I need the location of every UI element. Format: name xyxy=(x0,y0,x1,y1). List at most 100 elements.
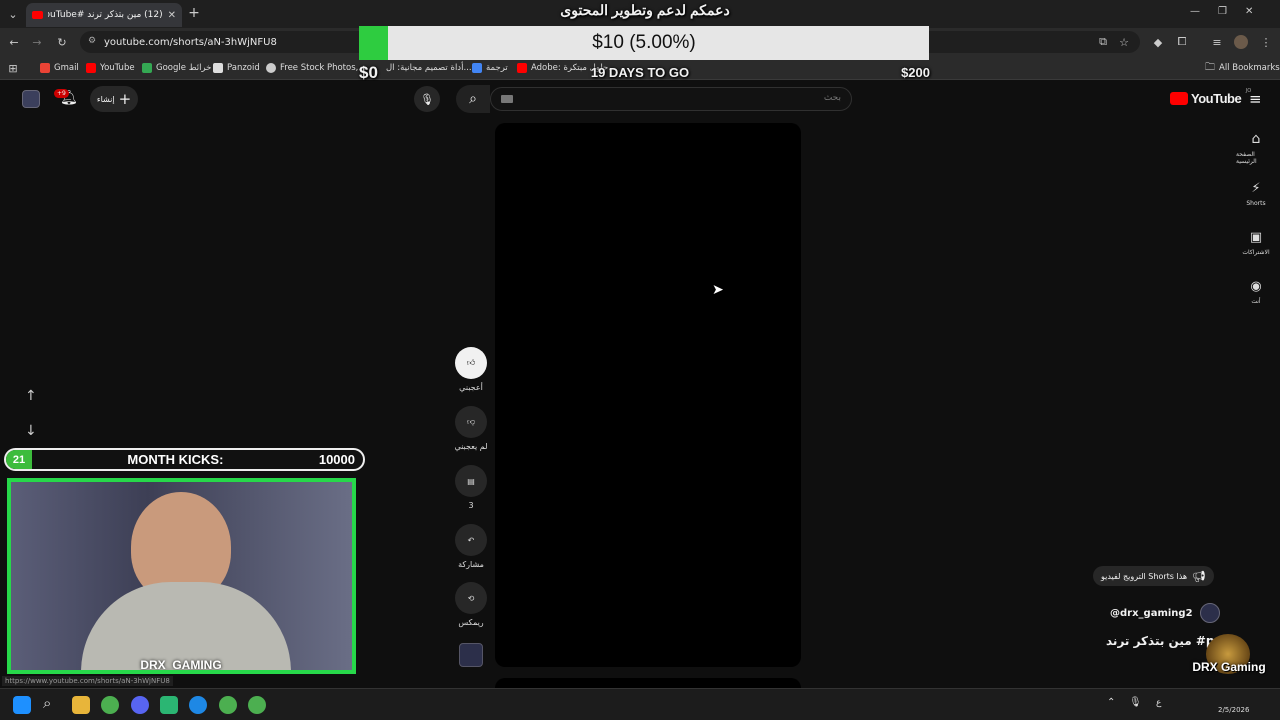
bookmark-gmail[interactable]: Gmail xyxy=(40,61,79,75)
forward-arrow-icon[interactable]: → xyxy=(29,34,45,50)
extension-diamond-icon[interactable]: ◆ xyxy=(1150,34,1166,50)
search-input[interactable]: بحث xyxy=(490,87,852,111)
thumbs-up-icon[interactable]: 👍︎ xyxy=(455,347,487,379)
close-window-button[interactable]: ✕ xyxy=(1245,6,1253,17)
thumbs-down-icon[interactable]: 👎︎ xyxy=(455,406,487,438)
plus-icon: + xyxy=(118,90,132,108)
channel-name[interactable]: @drx_gaming2 xyxy=(1110,608,1193,619)
youtube-favicon-icon xyxy=(32,11,43,19)
bookmark-free-stock[interactable]: Free Stock Photos,... xyxy=(266,61,366,75)
tab-search-icon[interactable]: ⌄ xyxy=(5,6,21,22)
youtube-logo[interactable]: YouTube JO xyxy=(1170,88,1251,106)
channel-avatar[interactable] xyxy=(1199,603,1220,623)
translate-icon xyxy=(472,63,482,73)
extensions-icon[interactable]: ⧠ xyxy=(1174,34,1190,50)
sound-thumbnail[interactable] xyxy=(459,643,483,667)
windows-start-icon[interactable] xyxy=(13,696,31,714)
chrome-profile-icon[interactable] xyxy=(219,696,237,714)
webcam-frame: DRX_GAMING xyxy=(7,478,356,674)
apps-grid-icon[interactable]: ⊞ xyxy=(5,60,21,76)
create-button[interactable]: إنشاء + xyxy=(90,86,138,112)
tray-chevron-icon[interactable]: ⌃ xyxy=(1107,697,1115,708)
sidebar-item-you[interactable]: ◉ أنت xyxy=(1236,279,1276,305)
file-explorer-icon[interactable] xyxy=(72,696,90,714)
install-app-icon[interactable]: ⧉ xyxy=(1095,34,1111,50)
maximize-button[interactable]: ❐ xyxy=(1218,6,1227,17)
minimize-button[interactable]: — xyxy=(1190,6,1200,17)
like-action[interactable]: 👍︎ أعجبني xyxy=(441,347,501,392)
donation-headline: دعمكم لدعم وتطوير المحتوى xyxy=(560,2,730,18)
bookmark-google-maps[interactable]: Google خرائط xyxy=(142,61,211,75)
you-icon: ◉ xyxy=(1250,279,1262,294)
new-tab-button[interactable]: + xyxy=(186,5,202,21)
share-icon[interactable]: ↶ xyxy=(455,524,487,556)
kicks-label: MONTH KICKS: xyxy=(127,452,224,467)
sidebar-item-subscriptions[interactable]: ▣ الاشتراكات xyxy=(1236,230,1276,256)
search-icon: ⌕ xyxy=(469,91,477,107)
sidebar-item-label: الاشتراكات xyxy=(1242,249,1270,256)
site-info-icon[interactable]: ⚙ xyxy=(88,36,96,46)
discord-icon[interactable] xyxy=(131,696,149,714)
browser-menu-icon[interactable]: ⋮ xyxy=(1258,34,1274,50)
input-language[interactable]: ع xyxy=(1156,698,1161,708)
gmail-icon xyxy=(40,63,50,73)
bookmark-panzoid[interactable]: Panzoid xyxy=(213,61,260,75)
remix-action[interactable]: ⟲ ريمكس xyxy=(441,582,501,627)
taskbar-date[interactable]: 2/5/2026 xyxy=(1218,706,1249,714)
create-label: إنشاء xyxy=(96,94,115,104)
promote-short-button[interactable]: الترويج لفيديو Shorts هذا 📢︎ xyxy=(1093,566,1215,586)
megaphone-icon: 📢︎ xyxy=(1192,569,1207,583)
account-avatar[interactable] xyxy=(22,90,40,108)
media-controls-icon[interactable]: ≡ xyxy=(1209,34,1225,50)
channel-row[interactable]: @drx_gaming2 xyxy=(1110,603,1220,623)
sidebar-item-home[interactable]: ⌂ الصفحة الرئيسية xyxy=(1236,131,1276,165)
bookmark-translate[interactable]: ترجمة xyxy=(472,61,508,75)
kicks-value: 10000 xyxy=(318,452,355,467)
bookmark-star-icon[interactable]: ☆ xyxy=(1116,34,1132,50)
keyboard-icon[interactable] xyxy=(501,95,513,103)
mouse-cursor-icon: ➤ xyxy=(712,282,724,298)
bookmark-design-tool[interactable]: أداة تصميم مجانية: ال... xyxy=(386,61,472,75)
voice-search-button[interactable]: 🎙︎ xyxy=(414,86,440,112)
status-bar-url: https://www.youtube.com/shorts/aN-3hWjNF… xyxy=(2,676,173,686)
guide-menu-icon[interactable]: ≡ xyxy=(1249,90,1262,108)
chrome-profile-2-icon[interactable] xyxy=(248,696,266,714)
next-short-preview[interactable] xyxy=(495,678,801,688)
maps-icon xyxy=(142,63,152,73)
comments-action[interactable]: ▤ 3 xyxy=(441,465,501,510)
profile-avatar[interactable] xyxy=(1234,35,1248,49)
search-placeholder: بحث xyxy=(823,93,841,103)
url-text: youtube.com/shorts/aN-3hWjNFU8 xyxy=(104,36,277,48)
previous-short-arrow-icon[interactable]: ↑ xyxy=(25,388,37,404)
tray-microphone-icon[interactable]: 🎙︎ xyxy=(1129,697,1142,708)
dislike-action[interactable]: 👎︎ لم يعجبني xyxy=(441,406,501,451)
dislike-label: لم يعجبني xyxy=(454,442,488,451)
comment-icon[interactable]: ▤ xyxy=(455,465,487,497)
remix-icon[interactable]: ⟲ xyxy=(455,582,487,614)
search-button[interactable]: ⌕ xyxy=(456,85,490,113)
all-bookmarks[interactable]: 🗀 All Bookmarks xyxy=(1205,61,1280,75)
sidebar-item-shorts[interactable]: ⚡︎ Shorts xyxy=(1236,181,1276,207)
bookmark-youtube[interactable]: YouTube xyxy=(86,61,135,75)
reload-icon[interactable]: ↻ xyxy=(54,34,70,50)
month-kicks-bar: 21 MONTH KICKS: 10000 xyxy=(4,448,365,471)
subscriptions-icon: ▣ xyxy=(1249,230,1263,245)
channel-logo-overlay: DRX Gaming xyxy=(1184,634,1274,686)
notification-count-badge: +9 xyxy=(54,89,69,98)
logo-text: DRX Gaming xyxy=(1192,660,1266,674)
windows-taskbar: ⌕ ⌃ 🎙︎ ع 2/5/2026 xyxy=(0,688,1280,720)
browser-tab[interactable]: (12) مين بتذكر ترند #YouTube ✕ xyxy=(26,3,182,27)
app-icon[interactable] xyxy=(160,696,178,714)
donation-min-label: $0 xyxy=(359,63,378,82)
messenger-icon[interactable] xyxy=(189,696,207,714)
back-arrow-icon[interactable]: ← xyxy=(6,34,22,50)
shorts-video-player[interactable] xyxy=(495,123,801,667)
donation-max-label: $200 xyxy=(901,65,930,80)
donation-amount: $10 (5.00%) xyxy=(592,32,696,53)
next-short-arrow-icon[interactable]: ↓ xyxy=(25,423,37,439)
close-tab-icon[interactable]: ✕ xyxy=(168,10,176,21)
share-action[interactable]: ↶ مشاركة xyxy=(441,524,501,569)
comments-count: 3 xyxy=(468,501,474,510)
chrome-icon[interactable] xyxy=(101,696,119,714)
taskbar-search-icon[interactable]: ⌕ xyxy=(43,694,51,712)
